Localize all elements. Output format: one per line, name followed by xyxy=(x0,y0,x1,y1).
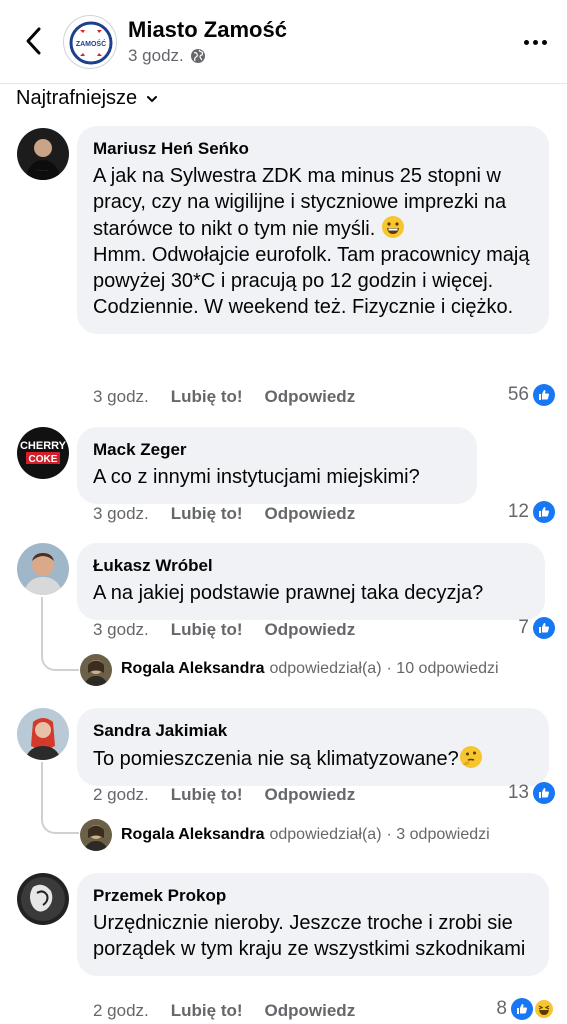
post-time[interactable]: 3 godz. xyxy=(128,46,184,66)
thinking-face-emoji-icon xyxy=(459,746,482,768)
reaction-count[interactable]: 13 xyxy=(508,782,555,804)
zamosc-logo: ZAMOŚĆ xyxy=(69,21,113,65)
avatar[interactable] xyxy=(17,873,69,925)
comment-bubble: Sandra Jakimiak To pomieszczenia nie są … xyxy=(77,708,549,786)
like-button[interactable]: Lubię to! xyxy=(171,620,243,640)
thread-connector xyxy=(41,762,79,834)
svg-text:· · · · ·: · · · · · xyxy=(37,168,48,173)
reply-author: Rogala Aleksandra xyxy=(121,660,265,677)
reply-avatar[interactable] xyxy=(80,654,112,686)
reply-verb: odpowiedział(a) xyxy=(269,660,382,677)
comment-text: A co z innymi instytucjami miejskimi? xyxy=(93,466,420,488)
post-header: ZAMOŚĆ Miasto Zamość 3 godz. xyxy=(0,0,567,84)
comment-text: A na jakiej podstawie prawnej taka decyz… xyxy=(93,582,484,604)
post-meta: 3 godz. xyxy=(128,46,206,66)
comment-author[interactable]: Łukasz Wróbel xyxy=(93,555,529,577)
more-options-button[interactable] xyxy=(520,30,550,54)
reply-count: · 3 odpowiedzi xyxy=(386,826,490,843)
comment-sort-dropdown[interactable]: Najtrafniejsze xyxy=(16,87,158,110)
like-reaction-icon xyxy=(533,782,555,804)
reply-button[interactable]: Odpowiedz xyxy=(265,1001,356,1021)
avatar[interactable] xyxy=(17,543,69,595)
reply-button[interactable]: Odpowiedz xyxy=(265,504,356,524)
avatar[interactable]: · · · · · xyxy=(17,128,69,180)
avatar[interactable]: CHERRY COKE xyxy=(17,427,69,479)
page-avatar[interactable]: ZAMOŚĆ xyxy=(63,15,117,69)
comment-actions: 3 godz. Lubię to! Odpowiedz xyxy=(93,620,355,640)
comment-bubble: Łukasz Wróbel A na jakiej podstawie praw… xyxy=(77,543,545,620)
like-reaction-icon xyxy=(533,384,555,406)
globe-icon xyxy=(190,49,205,63)
like-reaction-icon xyxy=(533,617,555,639)
svg-text:CHERRY: CHERRY xyxy=(20,440,67,452)
comment-time: 3 godz. xyxy=(93,620,149,639)
page-name[interactable]: Miasto Zamość xyxy=(128,17,287,43)
chevron-down-icon xyxy=(147,95,158,102)
reaction-count[interactable]: 7 xyxy=(518,617,555,639)
comment-author[interactable]: Przemek Prokop xyxy=(93,885,533,907)
reaction-count[interactable]: 12 xyxy=(508,501,555,523)
thread-connector xyxy=(41,597,79,671)
comment-actions: 2 godz. Lubię to! Odpowiedz xyxy=(93,1001,355,1021)
reply-verb: odpowiedział(a) xyxy=(269,826,382,843)
comment-text: Urzędnicznie nieroby. Jeszcze troche i z… xyxy=(93,912,526,960)
like-button[interactable]: Lubię to! xyxy=(171,387,243,407)
like-reaction-icon xyxy=(533,501,555,523)
comment-time: 2 godz. xyxy=(93,785,149,804)
comment-time: 3 godz. xyxy=(93,504,149,523)
svg-text:ZAMOŚĆ: ZAMOŚĆ xyxy=(76,39,106,48)
comment-author[interactable]: Sandra Jakimiak xyxy=(93,720,533,742)
like-reaction-icon xyxy=(511,998,533,1020)
sort-label: Najtrafniejsze xyxy=(16,87,138,109)
reply-author: Rogala Aleksandra xyxy=(121,826,265,843)
reply-button[interactable]: Odpowiedz xyxy=(265,387,356,407)
comment-time: 2 godz. xyxy=(93,1001,149,1020)
svg-text:COKE: COKE xyxy=(29,454,58,465)
more-horizontal-icon xyxy=(523,39,529,45)
comment-author[interactable]: Mariusz Heń Seńko xyxy=(93,138,533,160)
avatar[interactable] xyxy=(17,708,69,760)
back-button[interactable] xyxy=(18,24,48,58)
like-button[interactable]: Lubię to! xyxy=(171,504,243,524)
view-replies-link[interactable]: Rogala Aleksandra odpowiedział(a) · 10 o… xyxy=(121,660,499,678)
comment-text: A jak na Sylwestra ZDK ma minus 25 stopn… xyxy=(93,165,530,318)
reply-avatar[interactable] xyxy=(80,819,112,851)
like-button[interactable]: Lubię to! xyxy=(171,1001,243,1021)
reply-button[interactable]: Odpowiedz xyxy=(265,785,356,805)
reaction-count[interactable]: 8 xyxy=(496,998,555,1020)
reaction-count[interactable]: 56 xyxy=(508,384,555,406)
reply-count: · 10 odpowiedzi xyxy=(386,660,499,677)
comment-time: 3 godz. xyxy=(93,387,149,406)
comment-bubble: Mack Zeger A co z innymi instytucjami mi… xyxy=(77,427,477,504)
comment-bubble: Mariusz Heń Seńko A jak na Sylwestra ZDK… xyxy=(77,126,549,334)
view-replies-link[interactable]: Rogala Aleksandra odpowiedział(a) · 3 od… xyxy=(121,826,490,844)
chevron-left-icon xyxy=(26,27,41,55)
reply-button[interactable]: Odpowiedz xyxy=(265,620,356,640)
comment-actions: 2 godz. Lubię to! Odpowiedz xyxy=(93,785,355,805)
grinning-emoji-icon xyxy=(381,216,404,238)
comment-actions: 3 godz. Lubię to! Odpowiedz xyxy=(93,387,355,407)
haha-reaction-icon xyxy=(533,998,555,1020)
comment-author[interactable]: Mack Zeger xyxy=(93,439,461,461)
comment-text: To pomieszczenia nie są klimatyzowane? xyxy=(93,745,533,772)
comment-bubble: Przemek Prokop Urzędnicznie nieroby. Jes… xyxy=(77,873,549,976)
like-button[interactable]: Lubię to! xyxy=(171,785,243,805)
comment-actions: 3 godz. Lubię to! Odpowiedz xyxy=(93,504,355,524)
